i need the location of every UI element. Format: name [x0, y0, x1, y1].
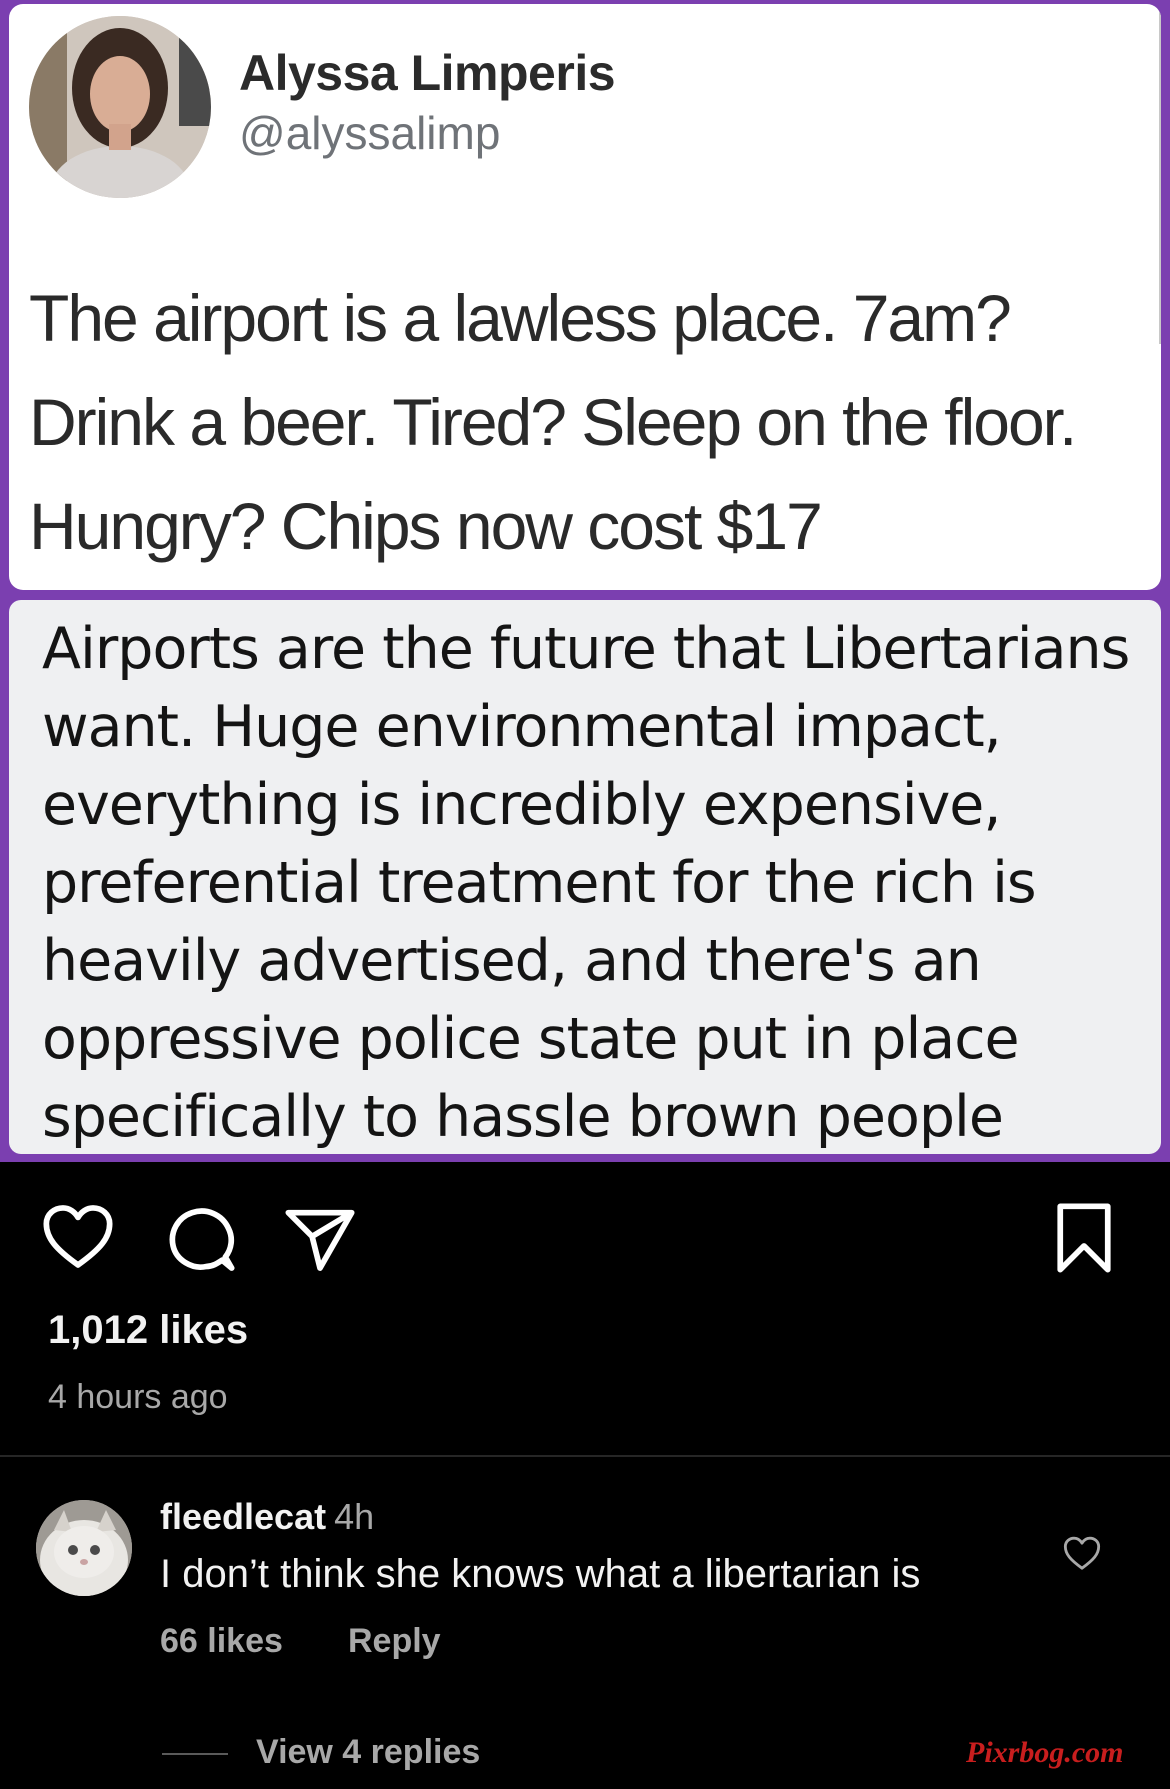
section-divider — [0, 1455, 1170, 1457]
comment-timestamp: 4h — [334, 1496, 375, 1537]
comment-text: I don’t think she knows what a libertari… — [160, 1552, 921, 1596]
card-edge-divider — [1159, 4, 1161, 344]
tweet-author-handle: @alyssalimp — [239, 107, 501, 159]
comment-reply-button[interactable]: Reply — [348, 1622, 441, 1661]
heart-icon[interactable] — [40, 1200, 116, 1276]
quoted-reply-card: Airports are the future that Libertarian… — [9, 600, 1161, 1154]
post-action-bar — [0, 1190, 1170, 1280]
post-image: Alyssa Limperis @alyssalimp The airport … — [0, 0, 1170, 1162]
comment-likes[interactable]: 66 likes — [160, 1622, 283, 1661]
quoted-reply-text: Airports are the future that Libertarian… — [42, 616, 1130, 1150]
tweet-text: The airport is a lawless place. 7am? Dri… — [29, 281, 1077, 563]
comment-username-text[interactable]: fleedlecat — [160, 1496, 326, 1537]
post-timestamp: 4 hours ago — [48, 1378, 228, 1416]
watermark: Pixrbog.com — [966, 1736, 1124, 1769]
bookmark-icon[interactable] — [1046, 1200, 1122, 1276]
comment-icon[interactable] — [162, 1200, 238, 1276]
tweet-card: Alyssa Limperis @alyssalimp The airport … — [9, 4, 1161, 590]
likes-count[interactable]: 1,012 likes — [48, 1308, 248, 1353]
replies-connector-line — [162, 1753, 228, 1755]
view-replies-button[interactable]: View 4 replies — [256, 1733, 480, 1772]
comment-heart-icon[interactable] — [1062, 1534, 1102, 1574]
tweet-avatar — [29, 16, 211, 198]
share-icon[interactable] — [282, 1200, 358, 1276]
comment-username[interactable]: fleedlecat 4h — [160, 1496, 374, 1538]
tweet-author-name: Alyssa Limperis — [239, 45, 616, 101]
comment-avatar[interactable] — [36, 1500, 132, 1596]
